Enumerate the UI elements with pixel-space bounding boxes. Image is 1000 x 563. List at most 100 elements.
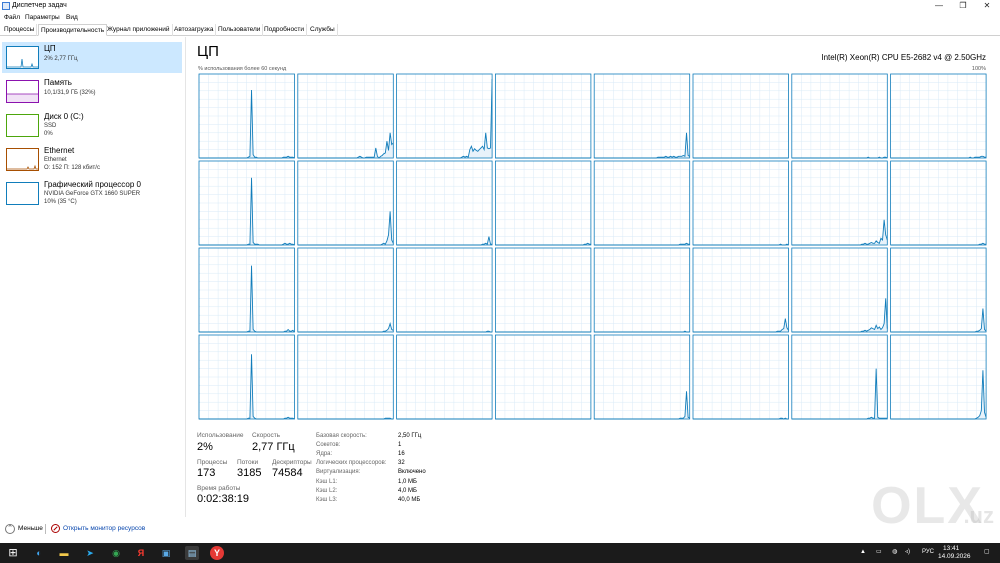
- telegram-icon[interactable]: ➤: [83, 546, 97, 560]
- menu-view[interactable]: Вид: [66, 12, 78, 23]
- uptime-label: Время работы: [197, 485, 241, 492]
- window-title: Диспетчер задач: [12, 2, 67, 9]
- spec-value: 2,50 ГГц: [398, 433, 422, 439]
- edge-icon[interactable]: ◐: [32, 546, 46, 560]
- notification-icon[interactable]: ▢: [984, 548, 990, 557]
- core-graph: [396, 73, 493, 159]
- minimize-button[interactable]: —: [928, 0, 950, 12]
- sidebar-item-sub: 10,1/31,9 ГБ (32%): [44, 90, 96, 96]
- sidebar-item-sub: 10% (35 °C): [44, 199, 77, 205]
- tab-startup[interactable]: Автозагрузка: [172, 24, 217, 36]
- core-graph: [593, 73, 691, 159]
- core-graph: [297, 247, 394, 333]
- core-graph: [494, 160, 592, 246]
- tab-services[interactable]: Службы: [308, 24, 338, 36]
- cpu-model-name: Intel(R) Xeon(R) CPU E5-2682 v4 @ 2.50GH…: [821, 53, 986, 62]
- sidebar-item-disk[interactable]: Диск 0 (C:) SSD 0%: [2, 110, 182, 141]
- resource-monitor-icon: [51, 524, 60, 533]
- yandex-browser-icon[interactable]: Y: [210, 546, 224, 560]
- chevron-up-icon[interactable]: ⌃: [5, 524, 15, 534]
- open-resource-monitor-link[interactable]: Открыть монитор ресурсов: [63, 525, 145, 533]
- chrome-icon[interactable]: ◉: [109, 546, 123, 560]
- spec-label: Базовая скорость:: [316, 433, 367, 439]
- clock-date[interactable]: 14.09.2026: [938, 553, 971, 561]
- core-graph: [890, 334, 987, 420]
- menu-options[interactable]: Параметры: [25, 12, 60, 23]
- usage-value: 2%: [197, 441, 213, 453]
- uptime-value: 0:02:38:19: [197, 493, 249, 505]
- handles-label: Дескрипторы: [272, 459, 312, 466]
- maximize-button[interactable]: ❐: [952, 0, 974, 12]
- core-graph: [890, 247, 987, 333]
- core-graph: [791, 334, 888, 420]
- menu-file[interactable]: Файл: [4, 12, 20, 23]
- sidebar-item-title: Память: [44, 78, 72, 87]
- fewer-details-button[interactable]: Меньше: [18, 525, 43, 533]
- core-graph: [890, 73, 987, 159]
- sidebar-item-gpu[interactable]: Графический процессор 0 NVIDIA GeForce G…: [2, 178, 182, 209]
- core-graph: [692, 73, 789, 159]
- spec-value: 4,0 МБ: [398, 488, 417, 494]
- core-graph: [890, 160, 987, 246]
- tab-performance[interactable]: Производительность: [38, 24, 108, 36]
- core-graph: [692, 160, 789, 246]
- close-button[interactable]: ✕: [976, 0, 998, 12]
- core-graph: [593, 160, 691, 246]
- tab-details[interactable]: Подробности: [262, 24, 307, 36]
- usage-label: Использование: [197, 432, 244, 439]
- sidebar-item-memory[interactable]: Память 10,1/31,9 ГБ (32%): [2, 76, 182, 107]
- core-graph: [297, 334, 394, 420]
- file-explorer-icon[interactable]: ▬: [57, 546, 71, 560]
- task-manager-taskbar-icon[interactable]: ▤: [185, 546, 199, 560]
- spec-label: Сокетов:: [316, 442, 341, 448]
- spec-value: 1: [398, 442, 402, 448]
- input-language[interactable]: РУС: [922, 548, 934, 557]
- network-icon[interactable]: ◍: [892, 548, 897, 557]
- app-icon[interactable]: ▣: [159, 546, 173, 560]
- sidebar-item-cpu[interactable]: ЦП 2% 2,77 ГГц: [2, 42, 182, 73]
- battery-icon[interactable]: ▭: [876, 548, 882, 557]
- speed-label: Скорость: [252, 432, 281, 439]
- sidebar-item-sub: 0%: [44, 131, 53, 137]
- spec-value: Включено: [398, 469, 426, 475]
- processes-value: 173: [197, 467, 216, 479]
- core-graph: [494, 334, 592, 420]
- tab-app-history[interactable]: Журнал приложений: [105, 24, 173, 36]
- footer-bar: ⌃ Меньше Открыть монитор ресурсов: [0, 521, 1000, 537]
- menu-bar: Файл Параметры Вид: [0, 12, 1000, 23]
- volume-icon[interactable]: ◃): [905, 548, 910, 557]
- processes-label: Процессы: [197, 459, 228, 466]
- core-graph: [297, 73, 394, 159]
- sidebar-item-title: ЦП: [44, 44, 56, 53]
- tab-bar: Процессы Производительность Журнал прило…: [0, 24, 1000, 36]
- ethernet-thumbnail-graph: [7, 164, 38, 170]
- sidebar-item-sub: 2% 2,77 ГГц: [44, 56, 78, 62]
- handles-value: 74584: [272, 467, 303, 479]
- sidebar-item-sub: NVIDIA GeForce GTX 1660 SUPER: [44, 191, 141, 197]
- sidebar-item-sub: О: 152 П: 128 кбит/с: [44, 165, 100, 171]
- sidebar-item-title: Диск 0 (C:): [44, 112, 84, 121]
- spec-value: 40,0 МБ: [398, 497, 421, 503]
- speed-value: 2,77 ГГц: [252, 441, 295, 453]
- footer-divider: [45, 524, 46, 534]
- clock-time[interactable]: 13:41: [943, 545, 959, 553]
- core-graph: [692, 334, 789, 420]
- threads-label: Потоки: [237, 459, 259, 466]
- disk-thumbnail: [6, 114, 39, 137]
- cpu-thumbnail-graph: [7, 58, 38, 68]
- core-graph: [593, 334, 691, 420]
- tray-expand-icon[interactable]: ▲: [860, 548, 866, 557]
- page-title: ЦП: [197, 43, 219, 60]
- sidebar-item-title: Графический процессор 0: [44, 180, 141, 189]
- sidebar-item-ethernet[interactable]: Ethernet Ethernet О: 152 П: 128 кбит/с: [2, 144, 182, 175]
- tab-users[interactable]: Пользователи: [216, 24, 264, 36]
- windows-start-icon[interactable]: ⊞: [6, 546, 20, 560]
- title-bar: Диспетчер задач — ❐ ✕: [0, 0, 1000, 12]
- ethernet-thumbnail: [6, 148, 39, 171]
- sidebar-item-sub: Ethernet: [44, 157, 67, 163]
- spec-label: Кэш L2:: [316, 488, 338, 494]
- yandex-icon[interactable]: Я: [134, 546, 148, 560]
- spec-value: 16: [398, 451, 405, 457]
- tab-processes[interactable]: Процессы: [2, 24, 38, 36]
- core-graph: [297, 160, 394, 246]
